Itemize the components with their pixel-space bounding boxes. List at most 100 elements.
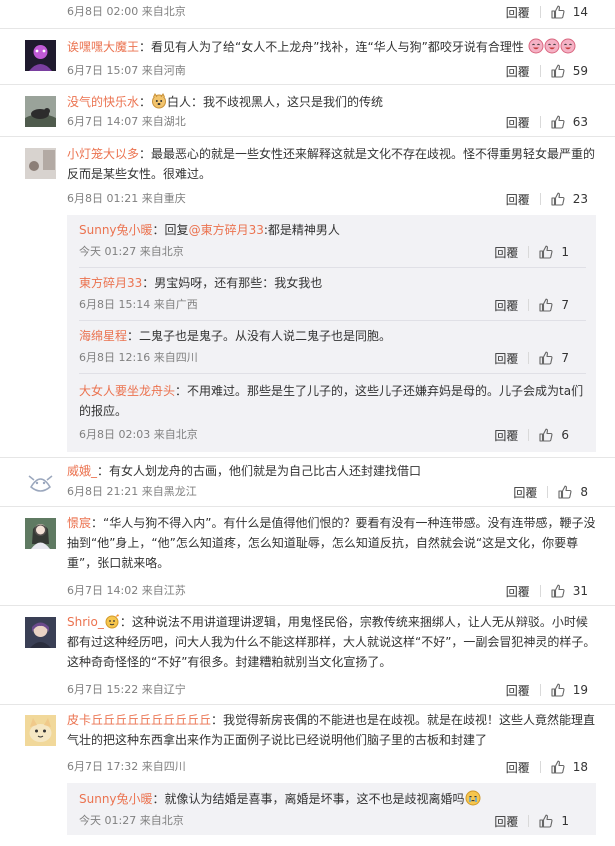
reply-list: Sunny兔小暖：就像认为结婚是喜事，离婚是坏事，这不也是歧视离婚吗 今天 01… <box>67 783 596 835</box>
comment-feed: 6月8日 02:00 来自北京 回覆 14 诶嘿嘿大魔王：看见有人为了给“女人不… <box>0 0 615 846</box>
mention-link[interactable]: @東方碎月33 <box>189 223 264 237</box>
comment-username[interactable]: 威娥_ <box>67 464 97 478</box>
like-count: 7 <box>561 351 569 365</box>
comment-text: ：这种说法不用讲道理讲逻辑，用鬼怪民俗，宗教传统来捆绑人，让人无从辩驳。小时候都… <box>67 615 596 669</box>
comment-text: ：“华人与狗不得入内”。有什么是值得他们恨的？要看有没有一种连带感。没有连带感，… <box>67 516 596 570</box>
reply-item: 大女人要坐龙舟头：不用难过。那些是生了儿子的，这些儿子还嫌弃妈是母的。儿子会成为… <box>79 374 586 452</box>
like-count: 59 <box>572 64 588 78</box>
reply-meta: 今天 01:27 来自北京 <box>79 814 184 827</box>
reply-meta: 6月8日 02:03 来自北京 <box>79 428 198 441</box>
divider <box>528 352 530 364</box>
thumbs-up-icon[interactable] <box>539 351 553 365</box>
reply-button[interactable]: 回覆 <box>494 350 518 367</box>
reply-username[interactable]: Sunny兔小暖 <box>79 223 153 237</box>
reply-text: ：二鬼子也是鬼子。从没有人说二鬼子也是同胞。 <box>127 329 392 343</box>
like-count: 19 <box>572 683 588 697</box>
avatar[interactable] <box>25 40 56 71</box>
comment-text: ：有女人划龙舟的古画，他们就是为自己比古人还封建找借口 <box>97 464 422 478</box>
divider <box>539 116 541 128</box>
thumbs-up-icon[interactable] <box>539 298 553 312</box>
divider <box>528 429 530 441</box>
reply-button[interactable]: 回覆 <box>506 114 530 131</box>
divider <box>528 815 530 827</box>
thumbs-up-icon[interactable] <box>539 428 553 442</box>
like-count: 63 <box>572 115 588 129</box>
crying-emoji-icon <box>465 790 481 806</box>
laughing-emoji-icon <box>560 38 576 54</box>
comment-username[interactable]: 小灯笼大以多 <box>67 147 139 161</box>
avatar[interactable] <box>25 96 56 127</box>
divider <box>539 6 541 18</box>
reply-button[interactable]: 回覆 <box>494 427 518 444</box>
reply-button[interactable]: 回覆 <box>494 244 518 261</box>
thumbs-up-icon[interactable] <box>539 245 553 259</box>
comment-username[interactable]: 皮卡丘丘丘丘丘丘丘丘丘丘 <box>67 713 211 727</box>
reply-text: ：就像认为结婚是喜事，离婚是坏事，这不也是歧视离婚吗 <box>152 792 465 806</box>
reply-item: 東方碎月33：男宝妈呀，还有那些：我女我也 6月8日 15:14 来自广西 回覆… <box>79 268 586 320</box>
avatar[interactable] <box>25 715 56 746</box>
comment-text: ：看见有人为了给“女人不上龙舟”找补，连“华人与狗”都咬牙说有合理性 <box>139 40 524 54</box>
like-count: 18 <box>572 760 588 774</box>
thumbs-up-icon[interactable] <box>558 485 572 499</box>
divider <box>539 684 541 696</box>
laughing-emoji-icon <box>528 38 544 54</box>
reply-item: Sunny兔小暖：回复@東方碎月33:都是精神男人 今天 01:27 来自北京 … <box>79 215 586 267</box>
avatar[interactable] <box>25 467 56 498</box>
reply-button[interactable]: 回覆 <box>506 583 530 600</box>
reply-button[interactable]: 回覆 <box>506 191 530 208</box>
doge-emoji-icon <box>151 93 167 109</box>
avatar[interactable] <box>25 617 56 648</box>
avatar[interactable] <box>25 518 56 549</box>
comment-meta: 6月7日 15:07 来自河南 <box>67 64 186 77</box>
comment-meta: 6月7日 15:22 来自辽宁 <box>67 683 186 696</box>
reply-button[interactable]: 回覆 <box>494 297 518 314</box>
comment-meta: 6月8日 21:21 来自黑龙江 <box>67 485 197 498</box>
reply-button[interactable]: 回覆 <box>506 4 530 21</box>
reply-list: Sunny兔小暖：回复@東方碎月33:都是精神男人 今天 01:27 来自北京 … <box>67 215 596 452</box>
comment-text: 白人：我不歧视黑人，这只是我们的传统 <box>167 95 384 109</box>
reply-text: ：男宝妈呀，还有那些：我女我也 <box>142 276 323 290</box>
reply-username[interactable]: Sunny兔小暖 <box>79 792 153 806</box>
divider <box>0 457 615 458</box>
thumbs-up-icon[interactable] <box>551 115 565 129</box>
divider <box>528 246 530 258</box>
reply-button[interactable]: 回覆 <box>506 63 530 80</box>
laughing-emoji-icon <box>544 38 560 54</box>
reply-meta: 今天 01:27 来自北京 <box>79 245 184 258</box>
thumbs-up-icon[interactable] <box>551 192 565 206</box>
divider <box>0 136 615 137</box>
thumbs-up-icon[interactable] <box>551 760 565 774</box>
comment-meta: 6月7日 17:32 来自四川 <box>67 760 186 773</box>
comment-username[interactable]: 没气的快乐水 <box>67 95 139 109</box>
reply-button[interactable]: 回覆 <box>513 484 537 501</box>
reply-item: Sunny兔小暖：就像认为结婚是喜事，离婚是坏事，这不也是歧视离婚吗 今天 01… <box>79 783 586 835</box>
divider <box>528 299 530 311</box>
avatar[interactable] <box>25 148 56 179</box>
reply-meta: 6月8日 12:16 来自四川 <box>79 351 198 364</box>
reply-button[interactable]: 回覆 <box>494 813 518 830</box>
like-count: 1 <box>561 245 569 259</box>
reply-username[interactable]: 東方碎月33 <box>79 276 142 290</box>
thumbs-up-icon[interactable] <box>551 5 565 19</box>
reply-username[interactable]: 大女人要坐龙舟头 <box>79 384 175 398</box>
thumbs-up-icon[interactable] <box>551 64 565 78</box>
comment-username[interactable]: Shrio_ <box>67 615 104 629</box>
reply-text: :都是精神男人 <box>263 223 340 237</box>
thumbs-up-icon[interactable] <box>551 584 565 598</box>
divider <box>539 585 541 597</box>
thumbs-up-icon[interactable] <box>551 683 565 697</box>
comment-meta: 6月7日 14:07 来自湖北 <box>67 115 186 128</box>
divider <box>0 84 615 85</box>
comment-username[interactable]: 诶嘿嘿大魔王 <box>67 40 139 54</box>
comment-meta: 6月8日 01:21 来自重庆 <box>67 192 186 205</box>
comment-meta: 6月7日 14:02 来自江苏 <box>67 584 186 597</box>
comment-text: ：最最恶心的就是一些女性还来解释这就是文化不存在歧视。怪不得重男轻女最严重的反而… <box>67 147 596 181</box>
thumbs-up-icon[interactable] <box>539 814 553 828</box>
like-count: 6 <box>561 428 569 442</box>
reply-button[interactable]: 回覆 <box>506 682 530 699</box>
like-count: 7 <box>561 298 569 312</box>
divider <box>0 605 615 606</box>
reply-username[interactable]: 海绵星程 <box>79 329 127 343</box>
comment-username[interactable]: 憬宸 <box>67 516 91 530</box>
reply-button[interactable]: 回覆 <box>506 759 530 776</box>
